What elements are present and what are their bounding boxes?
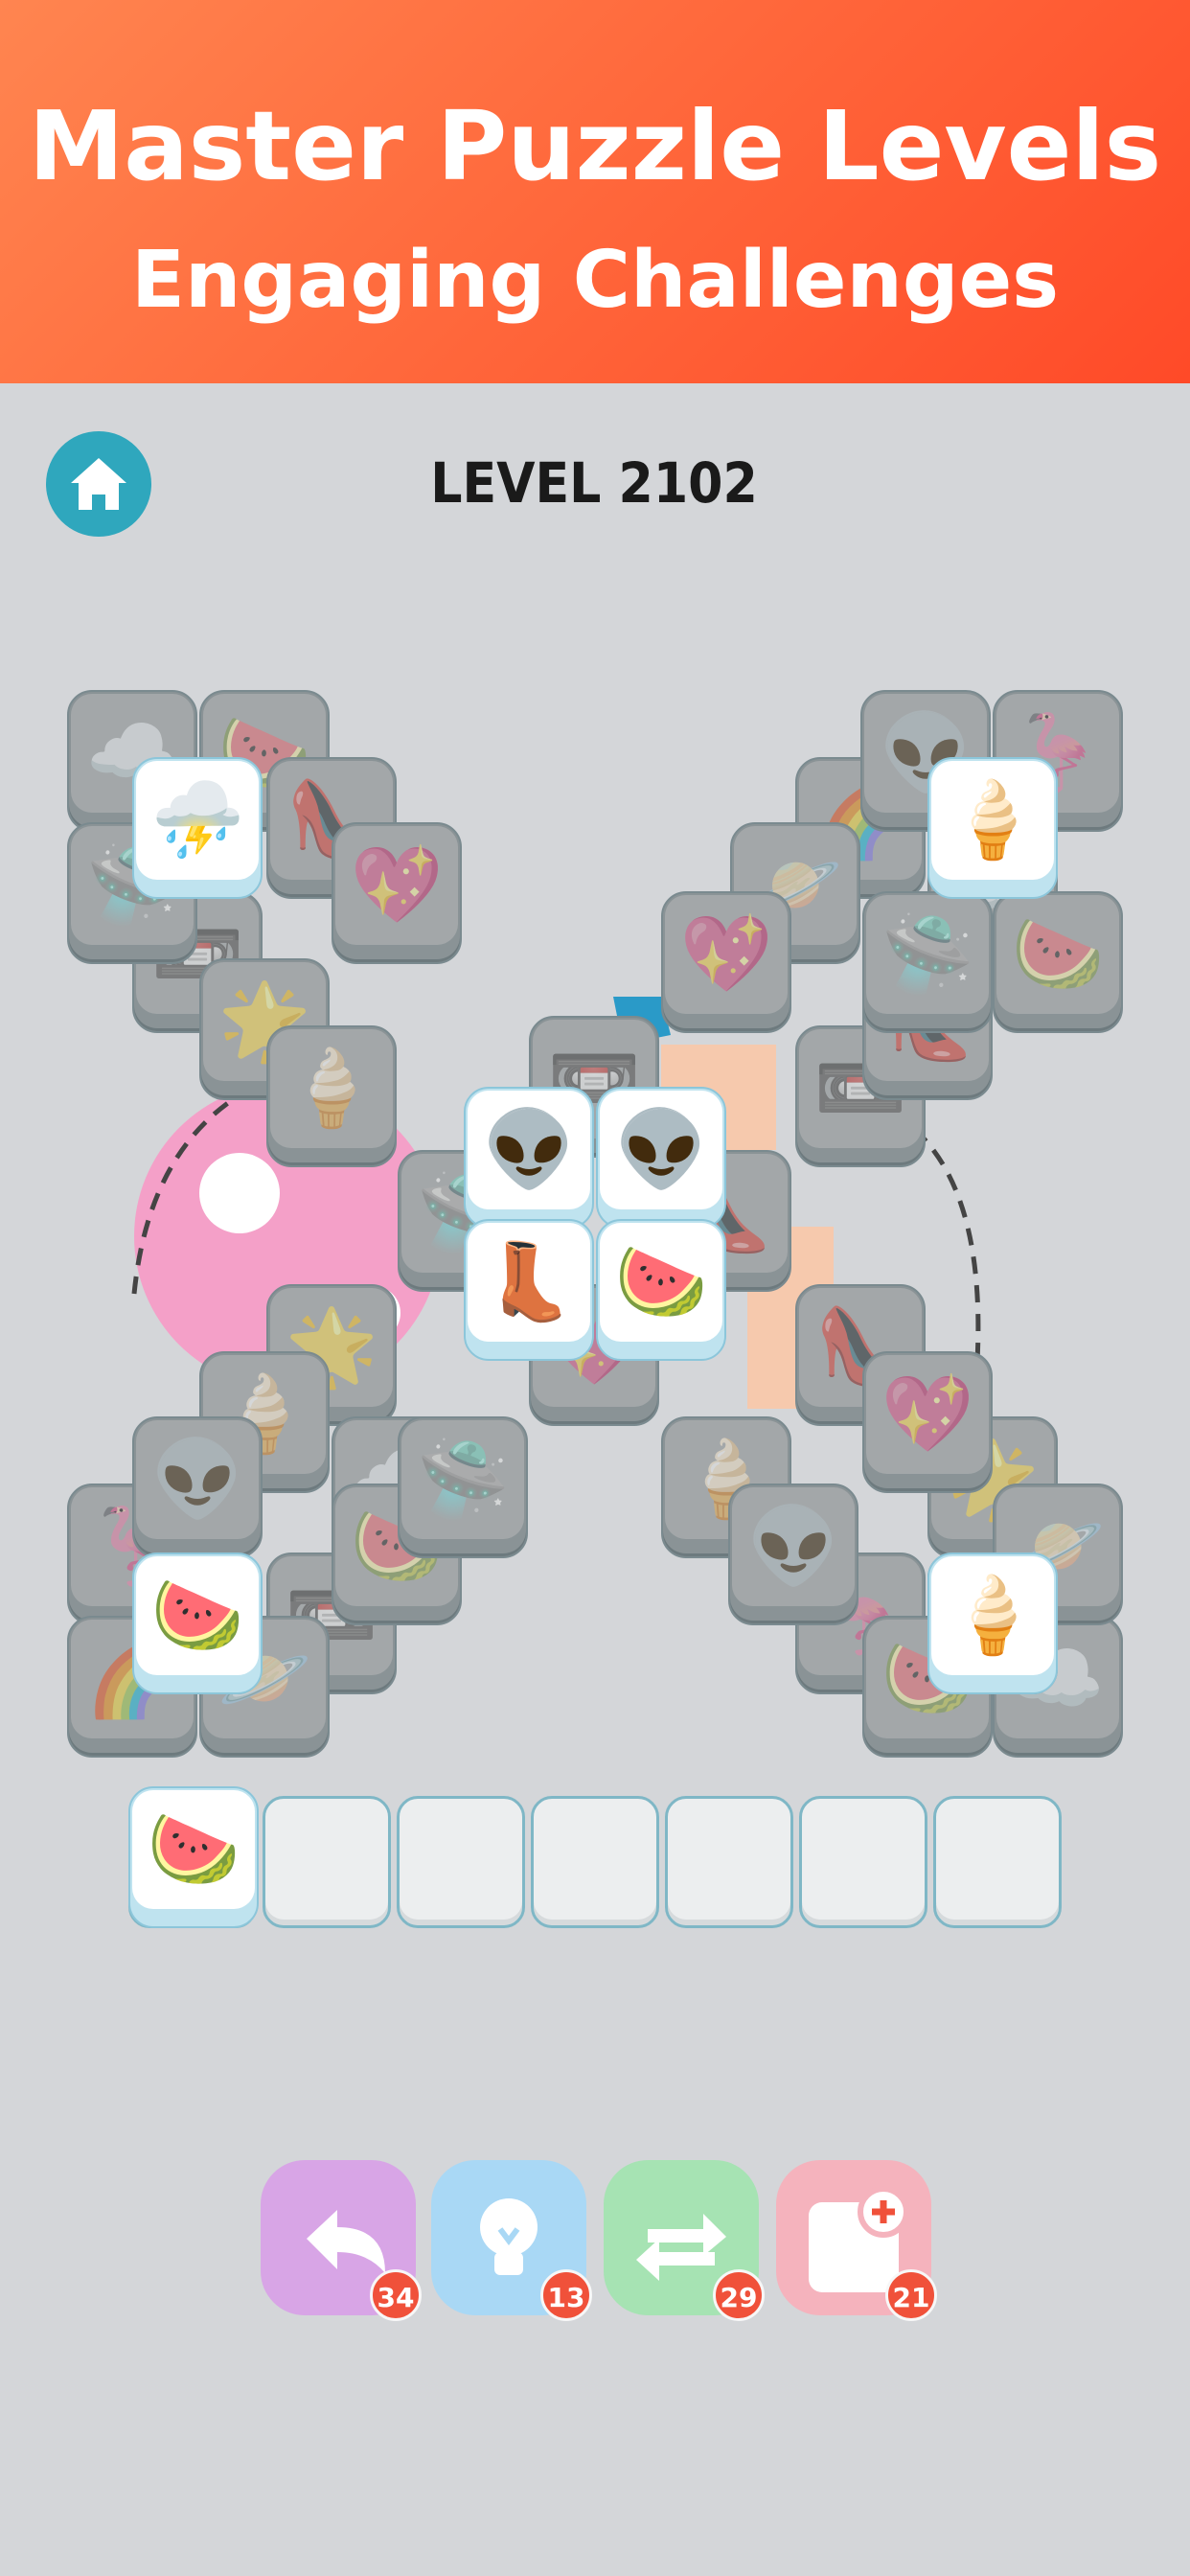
undo-count-badge: 34 bbox=[370, 2269, 422, 2321]
ice-cream-icon: 🍦 bbox=[285, 1045, 378, 1132]
tray-tile: 🍉 bbox=[128, 1786, 259, 1928]
alien-icon: 👽 bbox=[482, 1106, 576, 1193]
watermelon-icon: 🍉 bbox=[1011, 910, 1105, 998]
ufo-icon: 🛸 bbox=[881, 910, 974, 998]
tile: 🍦 bbox=[266, 1025, 397, 1167]
tile[interactable]: 🍉 bbox=[596, 1219, 726, 1361]
alien-icon: 👽 bbox=[150, 1436, 244, 1523]
tile[interactable]: 🍦 bbox=[927, 1552, 1058, 1694]
ice-cream-icon: 🍦 bbox=[946, 776, 1040, 863]
tile[interactable]: 🍉 bbox=[132, 1552, 263, 1694]
tile: 💖 bbox=[332, 822, 462, 964]
alien-icon: 👽 bbox=[614, 1106, 708, 1193]
heart-icon: 💖 bbox=[679, 910, 773, 998]
watermelon-icon: 🍉 bbox=[147, 1806, 240, 1893]
boot-icon: 👢 bbox=[482, 1238, 576, 1325]
tile: 💖 bbox=[862, 1351, 993, 1493]
tray-slot bbox=[397, 1796, 525, 1928]
tile[interactable]: 👽 bbox=[464, 1087, 594, 1229]
undo-button[interactable]: 34 bbox=[261, 2160, 422, 2321]
tile: 💖 bbox=[661, 891, 791, 1033]
tray-slot bbox=[665, 1796, 793, 1928]
tray-slot bbox=[933, 1796, 1062, 1928]
cloud-icon: ⛈️ bbox=[150, 776, 244, 863]
tile: 👽 bbox=[728, 1484, 858, 1625]
shuffle-count-badge: 29 bbox=[713, 2269, 765, 2321]
tile: 🍉 bbox=[993, 891, 1123, 1033]
tile: 👽 bbox=[132, 1416, 263, 1558]
shuffle-button[interactable]: 29 bbox=[604, 2160, 765, 2321]
tile[interactable]: 👽 bbox=[596, 1087, 726, 1229]
alien-icon: 👽 bbox=[746, 1503, 840, 1590]
tile: 🛸 bbox=[862, 891, 993, 1033]
tray-slot bbox=[263, 1796, 391, 1928]
heart-icon: 💖 bbox=[881, 1370, 974, 1458]
watermelon-icon: 🍉 bbox=[150, 1572, 244, 1659]
ufo-icon: 🛸 bbox=[416, 1436, 510, 1523]
tile[interactable]: ⛈️ bbox=[132, 757, 263, 899]
add-slot-button[interactable]: 21 bbox=[776, 2160, 937, 2321]
tray-slot bbox=[799, 1796, 927, 1928]
ice-cream-icon: 🍦 bbox=[946, 1572, 1040, 1659]
tile-board: ☁️🍉🛸📼👠💖🌟🍦👽🦩🌈🪐☁️🍉🛸📼👠💖🌟🍦👽🦩🌈🪐☁️🍉🛸📼👠💖🌟🍦👽🦩🌈🪐☁… bbox=[0, 0, 1190, 2576]
tile[interactable]: 👢 bbox=[464, 1219, 594, 1361]
hint-count-badge: 13 bbox=[540, 2269, 592, 2321]
watermelon-icon: 🍉 bbox=[614, 1238, 708, 1325]
tile: 🛸 bbox=[398, 1416, 528, 1558]
tray-slot bbox=[531, 1796, 659, 1928]
tile[interactable]: 🍦 bbox=[927, 757, 1058, 899]
heart-icon: 💖 bbox=[350, 841, 444, 929]
add-slot-count-badge: 21 bbox=[885, 2269, 937, 2321]
hint-button[interactable]: 13 bbox=[431, 2160, 592, 2321]
